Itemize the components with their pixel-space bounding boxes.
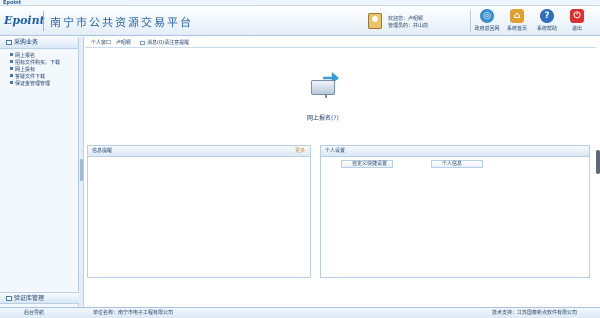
user-role-text: 管理员的：并山前 <box>388 23 429 29</box>
footer-nav-link[interactable]: 后台导航 <box>24 308 44 318</box>
site-title: 南宁市公共资源交易平台 <box>50 16 193 29</box>
logout-button-label: 退出 <box>571 26 582 32</box>
header-bar: Epoint 南宁市公共资源交易平台 欢迎您：卢昭颖 管理员的：并山前 ◎ 政府… <box>0 6 600 36</box>
logo-divider <box>43 11 44 31</box>
sidebar-item-qa-download[interactable]: 答疑文件下载 <box>10 74 78 81</box>
personal-info-button[interactable]: 个人信息 <box>431 160 483 168</box>
info-reminder-panel: 信息提醒 更多 <box>87 145 311 278</box>
header-divider <box>470 10 471 32</box>
tab-personal-window[interactable]: 个人窗口 <box>91 39 111 46</box>
folder-icon <box>6 40 12 45</box>
custom-shortcut-button[interactable]: 自定义快捷设置 <box>341 160 393 168</box>
sidebar-item-label: 答疑文件下载 <box>15 74 46 80</box>
sidebar-header-verification[interactable]: 验证库管理 <box>0 292 79 304</box>
tab-bar: 个人窗口 卢昭颖 消息(0)请注意提醒 <box>85 37 596 48</box>
message-icon <box>140 41 145 45</box>
panel-header: 信息提醒 更多 <box>88 146 310 157</box>
stand-shape <box>325 94 327 98</box>
more-link[interactable]: 更多 <box>295 146 305 157</box>
user-info: 欢迎您：卢昭颖 管理员的：并山前 <box>368 11 466 33</box>
sidebar: 采购业务 网上报名 招标文件购买、下载 网上投标 答疑文件下载 保证金管理管理 … <box>0 37 79 318</box>
sidebar-item-label: 网上报名 <box>15 53 36 59</box>
help-button[interactable]: ? 系统帮助 <box>534 9 560 35</box>
sidebar-item-label: 网上投标 <box>15 67 36 73</box>
bullet-icon <box>10 60 13 63</box>
sidebar-splitter[interactable] <box>79 37 84 307</box>
sidebar-item-deposit[interactable]: 保证金管理管理 <box>10 81 78 88</box>
folder-icon <box>6 296 12 301</box>
mail-icon[interactable] <box>311 72 341 98</box>
panel-title: 信息提醒 <box>92 148 113 154</box>
home-button-label: 系统首页 <box>506 26 527 32</box>
home-button[interactable]: ⌂ 系统首页 <box>504 9 530 35</box>
bullet-icon <box>10 67 13 70</box>
sidebar-item-online-registration[interactable]: 网上报名 <box>10 53 78 60</box>
epoint-logo: Epoint <box>4 14 45 27</box>
personal-settings-panel: 个人设置 自定义快捷设置 个人信息 <box>320 145 590 278</box>
footer-tech-support: 技术支持：江苏国泰新点软件有限公司 <box>492 310 578 316</box>
help-button-label: 系统帮助 <box>536 26 557 32</box>
bullet-icon <box>10 81 13 84</box>
main-content: 个人窗口 卢昭颖 消息(0)请注意提醒 网上报名(?) 信息提醒 更多 个人设置… <box>85 37 596 307</box>
footer-bar: 后台导航 单位名称：南宁市电子工程有限公司 技术支持：江苏国泰新点软件有限公司 <box>0 307 600 318</box>
splitter-grip[interactable] <box>80 159 83 181</box>
envelope-icon <box>311 80 335 95</box>
sidebar-item-online-bidding[interactable]: 网上投标 <box>10 67 78 74</box>
sidebar-header-procurement[interactable]: 采购业务 <box>0 37 78 49</box>
sidebar-header-label: 采购业务 <box>14 39 39 46</box>
logout-button[interactable]: ⏻ 退出 <box>564 9 590 35</box>
mail-count: (?) <box>331 115 339 122</box>
footer-unit-name: 单位名称：南宁市电子工程有限公司 <box>93 310 174 316</box>
online-registration-link[interactable]: 网上报名(?) <box>307 113 339 122</box>
panel-title: 个人设置 <box>325 148 346 154</box>
bullet-icon <box>10 74 13 77</box>
sidebar-item-label: 保证金管理管理 <box>15 81 51 87</box>
sidebar-list: 网上报名 招标文件购买、下载 网上投标 答疑文件下载 保证金管理管理 <box>0 49 78 88</box>
user-card-icon <box>368 13 382 29</box>
home-icon: ⌂ <box>510 9 524 23</box>
user-welcome-text: 欢迎您：卢昭颖 <box>388 16 424 22</box>
sidebar-item-tender-download[interactable]: 招标文件购买、下载 <box>10 60 78 67</box>
portal-button-label: 政府返回网 <box>474 26 500 32</box>
bullet-icon <box>10 53 13 56</box>
tab-messages[interactable]: 消息(0)请注意提醒 <box>140 39 189 46</box>
tab-user[interactable]: 卢昭颖 <box>116 39 131 46</box>
mail-label-text: 网上报名 <box>307 115 332 122</box>
power-icon: ⏻ <box>570 9 584 23</box>
sidebar-bottom-label: 验证库管理 <box>14 295 45 302</box>
help-icon: ? <box>540 9 554 23</box>
window-scroll-handle[interactable] <box>596 150 600 174</box>
tab-messages-label: 消息(0)请注意提醒 <box>147 40 190 46</box>
portal-button[interactable]: ◎ 政府返回网 <box>474 9 500 35</box>
globe-icon: ◎ <box>480 9 494 23</box>
panel-header: 个人设置 <box>321 146 589 157</box>
sidebar-item-label: 招标文件购买、下载 <box>15 60 61 66</box>
